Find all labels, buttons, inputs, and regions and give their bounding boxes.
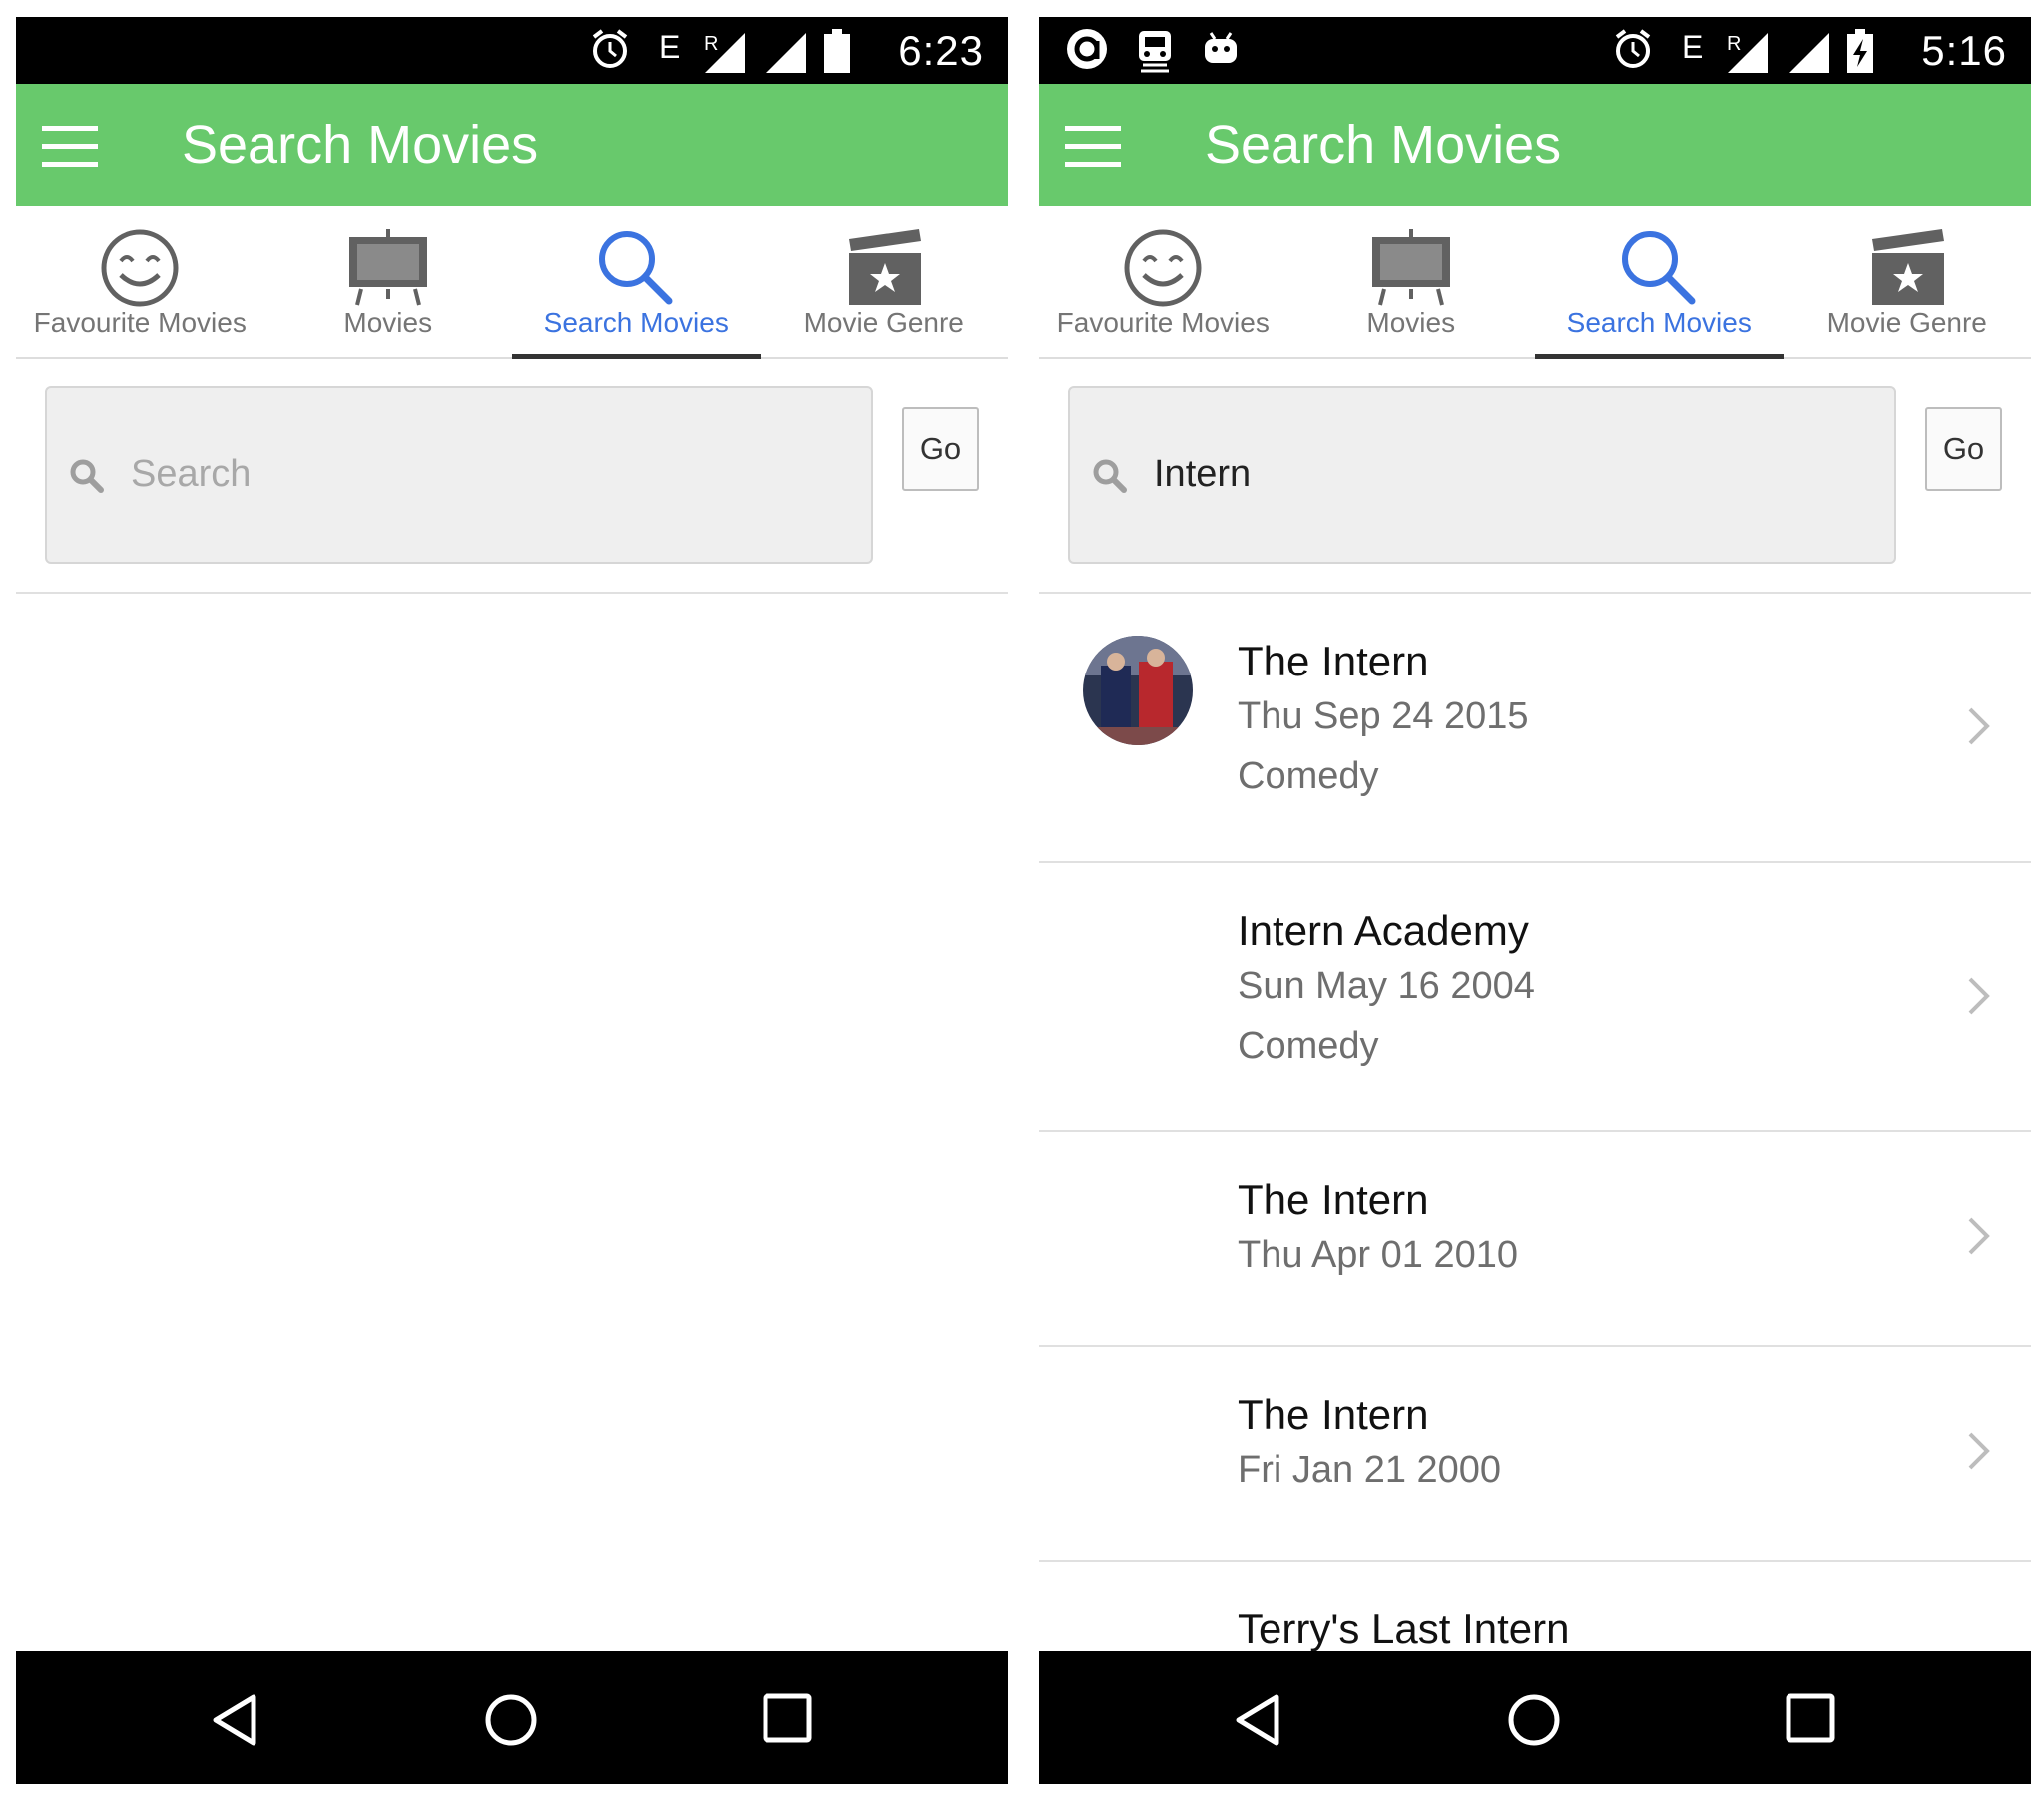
- tab-movie-genre[interactable]: Movie Genre: [1784, 206, 2032, 357]
- clock: 5:16: [1921, 27, 2007, 74]
- battery-icon: [824, 29, 850, 73]
- recents-icon[interactable]: [1786, 1693, 1835, 1743]
- smiley-icon: [1124, 229, 1202, 307]
- clapperboard-icon: [848, 229, 921, 305]
- list-item[interactable]: The Intern Thu Sep 24 2015 Comedy: [1039, 594, 2031, 863]
- clock: 6:23: [898, 27, 984, 74]
- movie-title: The Intern: [1238, 1176, 1429, 1223]
- hamburger-menu-icon[interactable]: [42, 126, 98, 168]
- magnifier-icon: [70, 459, 104, 493]
- smiley-icon: [101, 229, 179, 307]
- tab-movies[interactable]: Movies: [1287, 206, 1536, 357]
- release-date: Thu Apr 01 2010: [1238, 1234, 1518, 1276]
- search-icon: [599, 231, 673, 305]
- list-item[interactable]: Intern Academy Sun May 16 2004 Comedy: [1039, 863, 2031, 1132]
- phone-screen-left: E R 6:23 Search Movies Favourite Movies …: [16, 17, 1008, 1784]
- battery-charging-icon: [1847, 29, 1873, 73]
- tab-favourite-movies[interactable]: Favourite Movies: [16, 206, 264, 357]
- tab-movie-genre[interactable]: Movie Genre: [761, 206, 1009, 357]
- movie-title: The Intern: [1238, 638, 1429, 684]
- signal-icon: [766, 33, 806, 73]
- signal-icon: [705, 33, 745, 73]
- page-title: Search Movies: [1205, 115, 1562, 175]
- chevron-right-icon: [1968, 707, 1990, 745]
- tab-label: Movies: [1366, 307, 1456, 338]
- network-type-label: E: [659, 29, 682, 65]
- search-input[interactable]: [129, 438, 831, 510]
- back-icon[interactable]: [1235, 1693, 1280, 1747]
- movie-poster-thumbnail: [1083, 636, 1193, 745]
- tab-favourite-movies[interactable]: Favourite Movies: [1039, 206, 1287, 357]
- status-bar: E R 5:16: [1039, 17, 2031, 84]
- tab-search-movies[interactable]: Search Movies: [1535, 206, 1784, 359]
- go-button[interactable]: Go: [902, 407, 979, 491]
- list-item[interactable]: The Intern Thu Apr 01 2010: [1039, 1132, 2031, 1347]
- search-bar: Go: [1039, 359, 2031, 594]
- clapperboard-icon: [1871, 229, 1944, 305]
- app-notification-icon: [1067, 29, 1107, 69]
- movie-title: Terry's Last Intern: [1238, 1605, 1570, 1652]
- home-icon[interactable]: [1507, 1693, 1561, 1747]
- movie-genre: Comedy: [1238, 755, 1379, 797]
- status-bar: E R 6:23: [16, 17, 1008, 84]
- movie-title: The Intern: [1238, 1391, 1429, 1438]
- search-input[interactable]: [1152, 438, 1854, 510]
- tab-label: Search Movies: [543, 307, 729, 338]
- chevron-right-icon: [1968, 1217, 1990, 1255]
- release-date: Thu Sep 24 2015: [1238, 695, 1529, 737]
- search-icon: [1622, 231, 1696, 305]
- hamburger-menu-icon[interactable]: [1065, 126, 1121, 168]
- signal-icon: [1789, 33, 1829, 73]
- results-list: The Intern Thu Sep 24 2015 Comedy Intern…: [1039, 594, 2031, 1761]
- recents-icon[interactable]: [763, 1693, 812, 1743]
- search-bar: Go: [16, 359, 1008, 594]
- tab-search-movies[interactable]: Search Movies: [512, 206, 761, 359]
- search-box[interactable]: [45, 386, 873, 564]
- alarm-icon: [592, 29, 628, 68]
- chevron-right-icon: [1968, 1432, 1990, 1470]
- app-bar: Search Movies: [1039, 84, 2031, 206]
- phone-screen-right: E R 5:16 Search Movies Favourite Movies …: [1039, 17, 2031, 1784]
- back-icon[interactable]: [212, 1693, 257, 1747]
- home-icon[interactable]: [484, 1693, 538, 1747]
- list-item[interactable]: The Intern Fri Jan 21 2000: [1039, 1347, 2031, 1562]
- android-debug-icon: [1205, 32, 1237, 63]
- tv-icon: [1371, 229, 1450, 306]
- movie-genre: Comedy: [1238, 1025, 1379, 1067]
- tab-bar: Favourite Movies Movies Search Movies Mo…: [1039, 206, 2031, 359]
- tab-label: Search Movies: [1566, 307, 1752, 338]
- tab-label: Movie Genre: [1826, 307, 1987, 338]
- tab-label: Movie Genre: [803, 307, 964, 338]
- tab-label: Favourite Movies: [33, 307, 247, 338]
- tab-label: Movies: [343, 307, 433, 338]
- search-box[interactable]: [1068, 386, 1896, 564]
- app-bar: Search Movies: [16, 84, 1008, 206]
- release-date: Fri Jan 21 2000: [1238, 1449, 1502, 1491]
- train-icon: [1139, 31, 1171, 73]
- alarm-icon: [1615, 29, 1651, 68]
- movie-title: Intern Academy: [1238, 907, 1529, 954]
- chevron-right-icon: [1968, 977, 1990, 1015]
- tab-movies[interactable]: Movies: [264, 206, 513, 357]
- go-button[interactable]: Go: [1925, 407, 2002, 491]
- release-date: Sun May 16 2004: [1238, 965, 1535, 1007]
- network-type-label: E: [1682, 29, 1705, 65]
- tab-label: Favourite Movies: [1056, 307, 1270, 338]
- magnifier-icon: [1093, 459, 1127, 493]
- navigation-bar: [1039, 1651, 2031, 1784]
- tab-bar: Favourite Movies Movies Search Movies Mo…: [16, 206, 1008, 359]
- signal-icon: [1728, 33, 1768, 73]
- tv-icon: [348, 229, 427, 306]
- navigation-bar: [16, 1651, 1008, 1784]
- page-title: Search Movies: [182, 115, 539, 175]
